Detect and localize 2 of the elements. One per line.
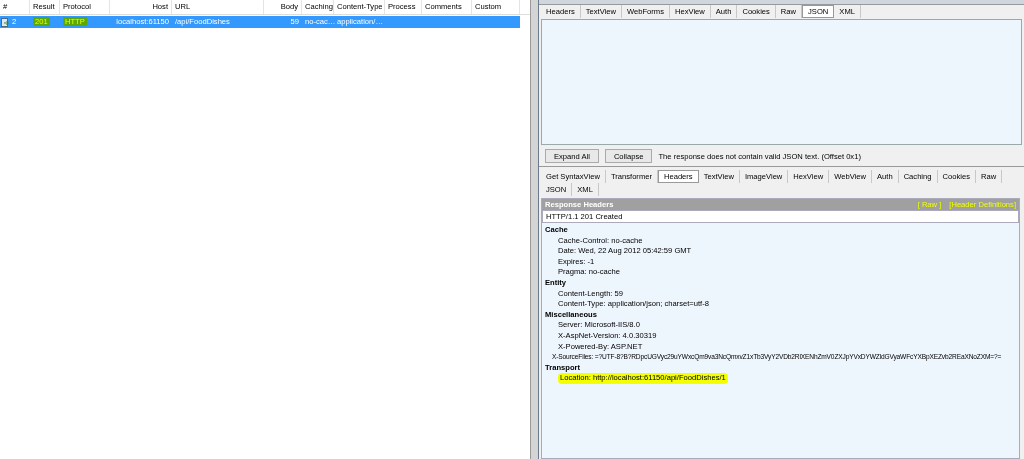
session-icon (1, 17, 10, 27)
splitter[interactable] (530, 0, 539, 459)
